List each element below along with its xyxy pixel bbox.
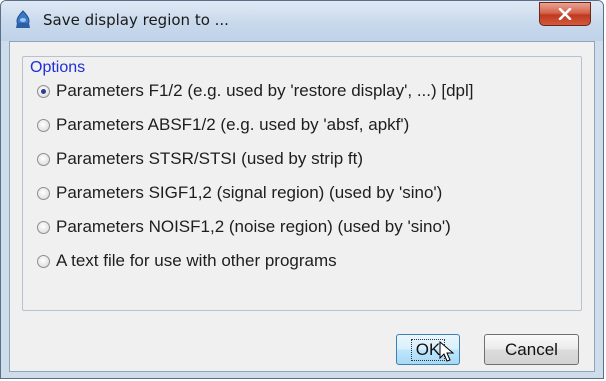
- mouse-pointer-icon: [439, 341, 455, 362]
- radio-button[interactable]: [37, 254, 50, 268]
- radio-button[interactable]: [37, 186, 50, 200]
- title-bar[interactable]: Save display region to ...: [1, 1, 603, 41]
- option-label: Parameters SIGF1,2 (signal region) (used…: [56, 183, 443, 202]
- close-button[interactable]: [539, 2, 591, 26]
- option-sigf[interactable]: Parameters SIGF1,2 (signal region) (used…: [37, 182, 442, 204]
- app-icon: [16, 10, 30, 28]
- radio-button[interactable]: [37, 152, 50, 166]
- option-noisf[interactable]: Parameters NOISF1,2 (noise region) (used…: [37, 216, 451, 238]
- radio-button[interactable]: [37, 220, 50, 234]
- option-label: Parameters NOISF1,2 (noise region) (used…: [56, 217, 451, 236]
- dialog-window: Save display region to ... Options Param…: [0, 0, 604, 379]
- option-label: Parameters STSR/STSI (used by strip ft): [56, 149, 364, 168]
- radio-button-checked[interactable]: [37, 84, 50, 98]
- radio-button[interactable]: [37, 118, 50, 132]
- dialog-content: Options Parameters F1/2 (e.g. used by 'r…: [9, 41, 595, 372]
- option-absf[interactable]: Parameters ABSF1/2 (e.g. used by 'absf, …: [37, 114, 409, 136]
- option-label: A text file for use with other programs: [56, 251, 337, 270]
- window-title: Save display region to ...: [43, 11, 229, 29]
- cancel-button[interactable]: Cancel: [484, 334, 579, 365]
- cancel-button-label: Cancel: [505, 339, 558, 359]
- option-text-file[interactable]: A text file for use with other programs: [37, 250, 337, 272]
- option-label: Parameters ABSF1/2 (e.g. used by 'absf, …: [56, 115, 410, 134]
- option-label: Parameters F1/2 (e.g. used by 'restore d…: [56, 81, 474, 100]
- close-icon: [558, 8, 572, 20]
- option-f12[interactable]: Parameters F1/2 (e.g. used by 'restore d…: [37, 80, 474, 102]
- options-group-label: Options: [28, 59, 88, 77]
- option-stsr[interactable]: Parameters STSR/STSI (used by strip ft): [37, 148, 363, 170]
